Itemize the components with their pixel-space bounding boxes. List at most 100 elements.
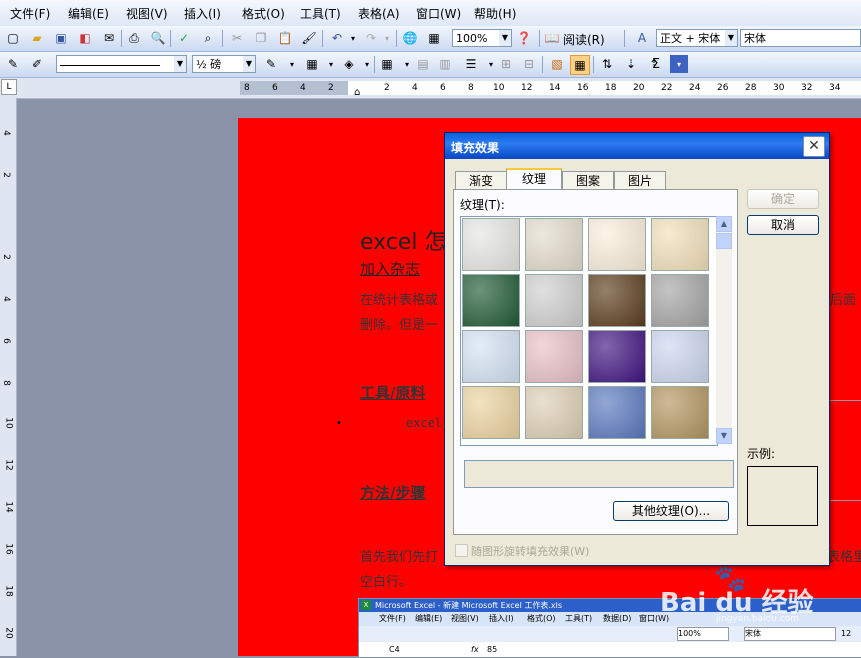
ruler-number: 22 [661, 83, 673, 93]
excel-zoom: 100% [677, 627, 729, 641]
other-textures-button[interactable]: 其他纹理(O)... [613, 501, 729, 521]
new-document-icon[interactable]: ▢ [4, 29, 22, 47]
dialog-titlebar[interactable]: 填充效果 ✕ [445, 133, 829, 159]
cut-icon[interactable]: ✂ [228, 29, 246, 47]
align-icon[interactable]: ☰ [462, 55, 480, 73]
texture-swatch-parchment[interactable] [651, 218, 709, 271]
chevron-down-icon: ▼ [499, 30, 511, 46]
horizontal-ruler[interactable]: L 8 6 4 2 2 4 6 8 10 12 14 16 18 20 22 2… [0, 78, 861, 99]
chevron-down-icon[interactable]: ▾ [322, 55, 340, 73]
menu-insert[interactable]: 插入(I) [184, 5, 221, 22]
insert-table-icon[interactable]: ▦ [378, 55, 396, 73]
toolbar-separator [121, 30, 122, 47]
shading-color-icon[interactable]: ◈ [340, 55, 358, 73]
line-style-combo[interactable]: ▼ [56, 55, 187, 73]
menu-view[interactable]: 视图(V) [126, 5, 168, 22]
texture-swatch-beige-paper[interactable] [525, 218, 583, 271]
sort-ascending-icon[interactable]: ⇣ [622, 55, 640, 73]
read-button[interactable]: 阅读(R) [563, 31, 605, 48]
menu-file[interactable]: 文件(F) [10, 5, 50, 22]
texture-swatch-brown-fur[interactable] [588, 274, 646, 327]
texture-swatch-gray-marble[interactable] [525, 274, 583, 327]
text-direction-icon[interactable]: ⇅ [598, 55, 616, 73]
spelling-icon[interactable]: ✓ [175, 29, 193, 47]
ok-button[interactable]: 确定 [747, 189, 819, 209]
menu-edit[interactable]: 编辑(E) [68, 5, 109, 22]
distribute-columns-icon[interactable]: ⊟ [520, 55, 538, 73]
print-preview-icon[interactable]: 🔍 [149, 29, 167, 47]
scroll-down-icon[interactable]: ▼ [716, 428, 732, 444]
texture-swatch-white-marble[interactable] [462, 218, 520, 271]
insert-table-icon[interactable]: ▦ [425, 29, 443, 47]
ruler-number: 12 [3, 459, 14, 471]
scroll-thumb[interactable] [716, 233, 732, 249]
style-combo[interactable]: 正文 + 宋体 ▼ [656, 29, 738, 47]
tab-picture[interactable]: 图片 [614, 171, 666, 191]
rotate-checkbox[interactable] [455, 544, 468, 557]
menu-format[interactable]: 格式(O) [242, 5, 285, 22]
ruler-number: 4 [300, 83, 306, 93]
texture-swatch-denim[interactable] [588, 386, 646, 439]
undo-dropdown-icon[interactable]: ▾ [344, 29, 362, 47]
merge-cells-icon[interactable]: ▤ [414, 55, 432, 73]
draw-table-icon[interactable]: ✎ [4, 55, 22, 73]
eraser-icon[interactable]: ✐ [28, 55, 46, 73]
research-icon[interactable]: ⌕ [199, 29, 217, 47]
open-folder-icon[interactable]: ▰ [28, 29, 46, 47]
save-icon[interactable]: ▣ [52, 29, 70, 47]
autosum-icon[interactable]: Σ [647, 55, 665, 73]
texture-swatch-pink-tissue[interactable] [525, 330, 583, 383]
split-cells-icon[interactable]: ▥ [436, 55, 454, 73]
email-icon[interactable]: ✉ [100, 29, 118, 47]
indent-marker-icon[interactable]: ⌂ [354, 87, 360, 98]
cancel-button[interactable]: 取消 [747, 215, 819, 235]
zoom-combo[interactable]: 100% ▼ [452, 29, 512, 47]
styles-pane-icon[interactable]: A [633, 29, 651, 47]
show-gridlines-icon[interactable]: ▦ [570, 55, 590, 75]
vertical-ruler[interactable]: 4 2 2 4 6 8 10 12 14 16 18 20 [0, 98, 17, 656]
menu-help[interactable]: 帮助(H) [474, 5, 516, 22]
menu-window[interactable]: 窗口(W) [416, 5, 461, 22]
ruler-number: 24 [689, 83, 701, 93]
hyperlink-icon[interactable]: 🌐 [401, 29, 419, 47]
ruler-number: 28 [745, 83, 757, 93]
help-icon[interactable]: ❓ [515, 29, 533, 47]
distribute-rows-icon[interactable]: ⊞ [497, 55, 515, 73]
texture-scrollbar[interactable]: ▲ ▼ [716, 216, 732, 444]
texture-swatch-papyrus[interactable] [462, 386, 520, 439]
tab-pattern[interactable]: 图案 [562, 171, 614, 191]
ruler-number: 8 [0, 380, 11, 386]
texture-swatch-granite[interactable] [651, 274, 709, 327]
copy-icon[interactable]: ❐ [252, 29, 270, 47]
permission-icon[interactable]: ◧ [76, 29, 94, 47]
texture-swatch-bouquet[interactable] [651, 330, 709, 383]
chevron-down-icon[interactable]: ▾ [283, 55, 301, 73]
texture-swatch-green-marble[interactable] [462, 274, 520, 327]
texture-swatch-purple-mesh[interactable] [588, 330, 646, 383]
standard-toolbar: ▢ ▰ ▣ ◧ ✉ ⎙ 🔍 ✓ ⌕ ✂ ❐ 📋 🖌 ↶ ▾ ↷ ▾ 🌐 ▦ 10… [0, 26, 861, 52]
tab-gradient[interactable]: 渐变 [455, 171, 507, 191]
texture-swatch-cream-paper[interactable] [588, 218, 646, 271]
menu-table[interactable]: 表格(A) [358, 5, 400, 22]
close-icon[interactable]: ✕ [803, 136, 825, 157]
line-weight-combo[interactable]: ½ 磅 ▼ [192, 55, 256, 73]
table-autoformat-icon[interactable]: ▧ [548, 55, 566, 73]
excel-menu-item: 编辑(E) [415, 614, 443, 623]
scroll-up-icon[interactable]: ▲ [716, 216, 732, 232]
font-combo[interactable]: 宋体 [740, 29, 861, 47]
border-color-icon[interactable]: ✎ [262, 55, 280, 73]
texture-swatch-canvas[interactable] [525, 386, 583, 439]
texture-swatch-blue-tissue[interactable] [462, 330, 520, 383]
print-icon[interactable]: ⎙ [125, 29, 143, 47]
borders-icon[interactable]: ▦ [303, 55, 321, 73]
ruler-number: 30 [773, 83, 785, 93]
redo-dropdown-icon[interactable]: ▾ [378, 29, 396, 47]
toolbar-options-icon[interactable]: ▾ [670, 55, 688, 73]
menu-tools[interactable]: 工具(T) [300, 5, 341, 22]
format-painter-icon[interactable]: 🖌 [300, 29, 318, 47]
doc-subtitle: 加入杂志 [360, 260, 421, 278]
tab-selector-icon[interactable]: L [1, 79, 17, 95]
texture-swatch-woven-mat[interactable] [651, 386, 709, 439]
paste-icon[interactable]: 📋 [276, 29, 294, 47]
fill-effects-dialog: 填充效果 ✕ 渐变 纹理 图案 图片 纹理(T): ▲ ▼ 其他纹理(O)...… [444, 132, 830, 566]
